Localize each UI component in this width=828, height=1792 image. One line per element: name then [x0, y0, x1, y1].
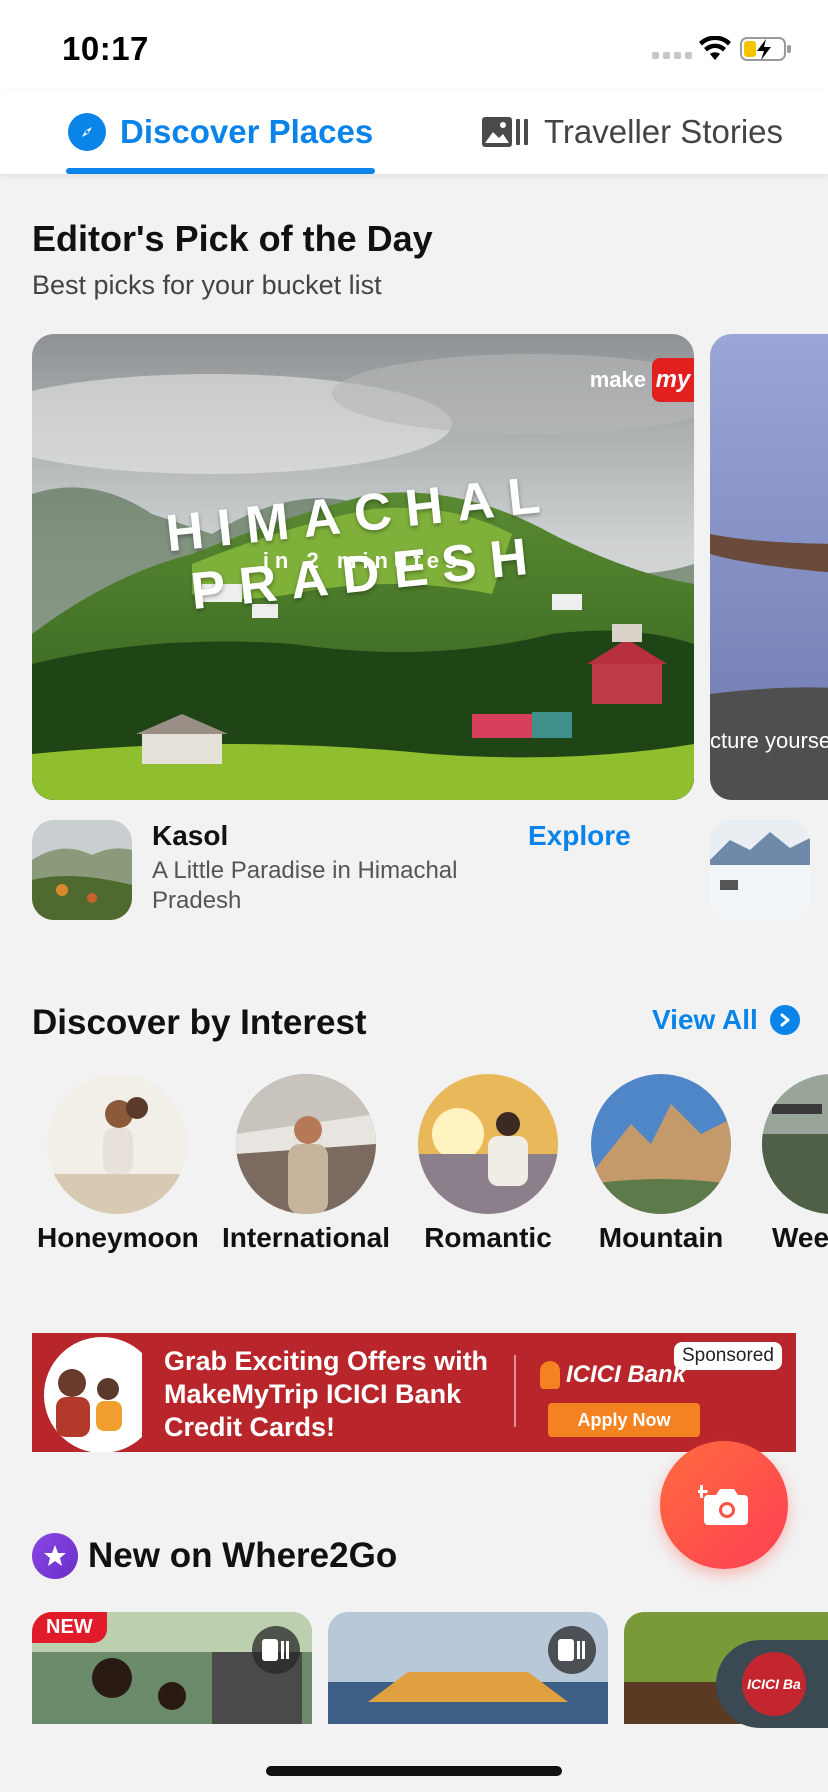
gallery-icon	[482, 117, 528, 147]
place-title: Kasol	[152, 820, 229, 851]
hero-card-next[interactable]: cture yourse	[710, 334, 828, 800]
next-place-thumbnail-image	[710, 820, 810, 920]
chevron-right-icon	[769, 1005, 800, 1035]
interest-image	[47, 1074, 187, 1214]
compass-icon	[68, 113, 106, 151]
banner-divider	[514, 1355, 516, 1427]
screen: 10:17 Discover Places Traveller Stories …	[0, 0, 828, 1792]
bank-name: ICICI Bank	[566, 1361, 687, 1388]
banner-line: MakeMyTrip ICICI Bank	[164, 1379, 462, 1409]
interest-label: Honeymoon	[37, 1222, 199, 1253]
tab-traveller-stories[interactable]: Traveller Stories	[482, 90, 783, 174]
place-description: A Little Paradise in Himachal Pradesh	[152, 857, 458, 914]
next-card-caption: cture yourse	[710, 728, 828, 753]
interest-image	[762, 1074, 828, 1214]
add-photo-button[interactable]	[660, 1441, 788, 1569]
tab-label: Traveller Stories	[544, 113, 784, 150]
interest-image	[591, 1074, 731, 1214]
interest-image	[236, 1074, 376, 1214]
tab-discover-places[interactable]: Discover Places	[66, 90, 376, 174]
interest-romantic[interactable]: Romantic	[418, 1074, 558, 1254]
video-icon	[548, 1626, 596, 1674]
view-all-label: View All	[652, 1004, 758, 1035]
section-title-new: New on Where2Go	[88, 1536, 398, 1575]
signal-icon	[652, 52, 692, 59]
interest-label: International	[221, 1222, 390, 1253]
banner-line: Credit Cards!	[164, 1412, 336, 1442]
status-bar: 10:17	[0, 0, 828, 90]
place-thumbnail[interactable]	[32, 820, 132, 920]
banner-image	[44, 1337, 142, 1452]
interest-weekend[interactable]: Wee	[762, 1074, 828, 1254]
interest-honeymoon[interactable]: Honeymoon	[37, 1074, 199, 1254]
interest-international[interactable]: International	[222, 1074, 390, 1254]
active-tab-indicator	[66, 168, 376, 174]
tab-label: Discover Places	[120, 113, 374, 150]
wifi-icon	[699, 36, 731, 60]
section-title-interest: Discover by Interest	[32, 1003, 367, 1042]
brand-make: make	[589, 367, 646, 392]
camera-plus-icon	[698, 1485, 748, 1525]
top-tabs: Discover Places Traveller Stories	[0, 90, 828, 174]
banner-line: Grab Exciting Offers with	[164, 1346, 489, 1376]
icici-icon	[540, 1361, 560, 1389]
story-card[interactable]	[328, 1612, 608, 1724]
hero-overlay-subtitle: in 2 minutes	[262, 548, 464, 573]
apply-now-button[interactable]: Apply Now	[548, 1403, 700, 1437]
next-place-thumbnail[interactable]	[710, 820, 810, 920]
hero-card-himachal[interactable]: make my HIMACHAL PRADESH in 2 minutes	[32, 334, 694, 800]
new-badge: NEW	[32, 1612, 107, 1643]
interest-image	[418, 1074, 558, 1214]
icici-floating-chip[interactable]: ICICI Ba	[716, 1640, 828, 1728]
story-card[interactable]: NEW	[32, 1612, 312, 1724]
battery-icon	[740, 37, 791, 61]
brand-my: my	[652, 358, 694, 402]
sponsored-badge: Sponsored	[674, 1342, 782, 1370]
place-thumbnail-image	[32, 820, 132, 920]
interest-mountain[interactable]: Mountain	[591, 1074, 731, 1254]
section-title-editors-pick: Editor's Pick of the Day	[32, 218, 433, 259]
star-icon	[32, 1533, 78, 1579]
status-time: 10:17	[62, 30, 149, 67]
video-icon	[252, 1626, 300, 1674]
icici-chip-logo: ICICI Ba	[742, 1652, 806, 1716]
view-all-button[interactable]: View All	[652, 1004, 800, 1036]
interest-label: Romantic	[424, 1222, 552, 1253]
icici-bank-logo: ICICI Bank	[540, 1361, 686, 1389]
explore-link[interactable]: Explore	[528, 820, 631, 852]
home-indicator[interactable]	[266, 1766, 562, 1776]
interest-label: Wee	[772, 1222, 828, 1253]
banner-text: Grab Exciting Offers with MakeMyTrip ICI…	[164, 1345, 488, 1444]
interest-label: Mountain	[598, 1222, 724, 1253]
section-subtitle: Best picks for your bucket list	[32, 270, 382, 300]
makemytrip-logo: make my	[590, 358, 694, 402]
